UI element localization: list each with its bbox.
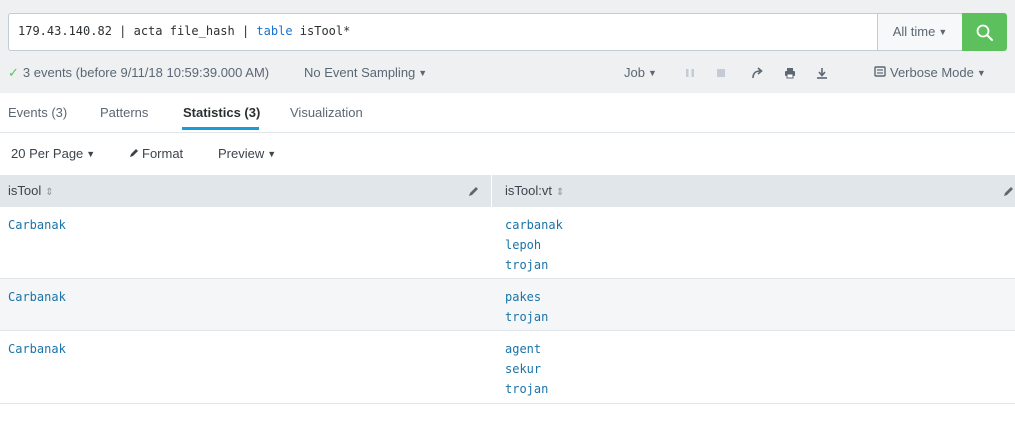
tab-statistics[interactable]: Statistics (3) xyxy=(183,105,260,120)
format-button[interactable]: Format xyxy=(129,146,183,161)
share-icon[interactable] xyxy=(750,66,764,80)
active-tab-indicator xyxy=(182,127,259,130)
event-count-label: 3 events (before 9/11/18 10:59:39.000 AM… xyxy=(22,65,270,80)
table-header: isTool ⇕ isTool:vt ⇕ xyxy=(0,175,1015,207)
cell-value[interactable]: sekur xyxy=(505,359,548,379)
edit-column-icon[interactable] xyxy=(1003,185,1015,197)
table-row: Carbanak carbanak lepoh trojan xyxy=(0,207,1015,279)
tab-events[interactable]: Events (3) xyxy=(8,105,67,120)
chevron-down-icon: ▼ xyxy=(938,27,948,37)
chevron-down-icon: ▼ xyxy=(418,68,428,78)
cell-istool[interactable]: Carbanak xyxy=(8,215,66,235)
chevron-down-icon: ▼ xyxy=(647,68,657,78)
event-count-status: ✓ 3 events (before 9/11/18 10:59:39.000 A… xyxy=(8,65,269,81)
cell-istool-vt: pakes trojan xyxy=(505,287,548,327)
per-page-dropdown[interactable]: 20 Per Page ▼ xyxy=(11,146,95,161)
preview-dropdown[interactable]: Preview ▼ xyxy=(218,146,276,161)
edit-column-icon[interactable] xyxy=(468,185,480,197)
chevron-down-icon: ▼ xyxy=(86,149,96,159)
column-header-label: isTool xyxy=(8,183,42,198)
cell-istool-vt: carbanak lepoh trojan xyxy=(505,215,563,275)
search-button[interactable] xyxy=(962,13,1007,51)
tab-visualization[interactable]: Visualization xyxy=(290,105,363,120)
query-prefix: 179.43.140.82 | acta file_hash | xyxy=(18,24,257,38)
per-page-label: 20 Per Page xyxy=(11,146,84,161)
cell-istool[interactable]: Carbanak xyxy=(8,339,66,359)
job-label: Job xyxy=(624,65,645,80)
stop-icon[interactable] xyxy=(714,66,728,80)
format-label: Format xyxy=(142,146,184,161)
event-sampling-dropdown[interactable]: No Event Sampling ▼ xyxy=(304,65,427,80)
results-tabs: Events (3) Patterns Statistics (3) Visua… xyxy=(0,94,1015,133)
cell-value[interactable]: agent xyxy=(505,339,548,359)
search-mode-label: Verbose Mode xyxy=(890,65,974,80)
cell-value[interactable]: trojan xyxy=(505,379,548,399)
search-icon xyxy=(976,24,993,41)
export-icon[interactable] xyxy=(815,66,829,80)
query-suffix: isTool* xyxy=(292,24,351,38)
event-sampling-label: No Event Sampling xyxy=(304,65,416,80)
time-range-picker[interactable]: All time ▼ xyxy=(877,13,963,51)
tab-patterns[interactable]: Patterns xyxy=(100,105,148,120)
chevron-down-icon: ▼ xyxy=(976,68,986,78)
sort-icon: ⇕ xyxy=(45,187,54,198)
table-row: Carbanak pakes trojan xyxy=(0,279,1015,331)
search-input[interactable]: 179.43.140.82 | acta file_hash | table i… xyxy=(8,13,878,51)
chevron-down-icon: ▼ xyxy=(267,149,277,159)
search-query: 179.43.140.82 | acta file_hash | table i… xyxy=(18,24,350,38)
cell-value[interactable]: trojan xyxy=(505,307,548,327)
column-divider xyxy=(491,175,492,207)
cell-value[interactable]: pakes xyxy=(505,287,548,307)
cell-value[interactable]: lepoh xyxy=(505,235,563,255)
sort-icon: ⇕ xyxy=(555,187,565,198)
mode-icon xyxy=(874,66,886,77)
cell-value[interactable]: trojan xyxy=(505,255,563,275)
time-range-label: All time xyxy=(892,24,936,39)
column-header-label: isTool:vt xyxy=(505,183,552,198)
print-icon[interactable] xyxy=(783,66,797,80)
query-keyword: table xyxy=(256,24,293,38)
cell-istool-vt: agent sekur trojan xyxy=(505,339,548,399)
search-bar: 179.43.140.82 | acta file_hash | table i… xyxy=(8,13,1007,51)
pause-icon[interactable] xyxy=(683,66,697,80)
checkmark-icon: ✓ xyxy=(8,65,19,80)
column-header-istool[interactable]: isTool ⇕ xyxy=(8,175,54,207)
search-mode-dropdown[interactable]: Verbose Mode ▼ xyxy=(874,65,986,80)
pencil-icon xyxy=(130,149,138,157)
column-header-istool-vt[interactable]: isTool:vt ⇕ xyxy=(505,175,564,207)
cell-istool[interactable]: Carbanak xyxy=(8,287,66,307)
preview-label: Preview xyxy=(218,146,265,161)
job-menu[interactable]: Job ▼ xyxy=(624,65,657,80)
cell-value[interactable]: carbanak xyxy=(505,215,563,235)
table-row: Carbanak agent sekur trojan xyxy=(0,331,1015,404)
